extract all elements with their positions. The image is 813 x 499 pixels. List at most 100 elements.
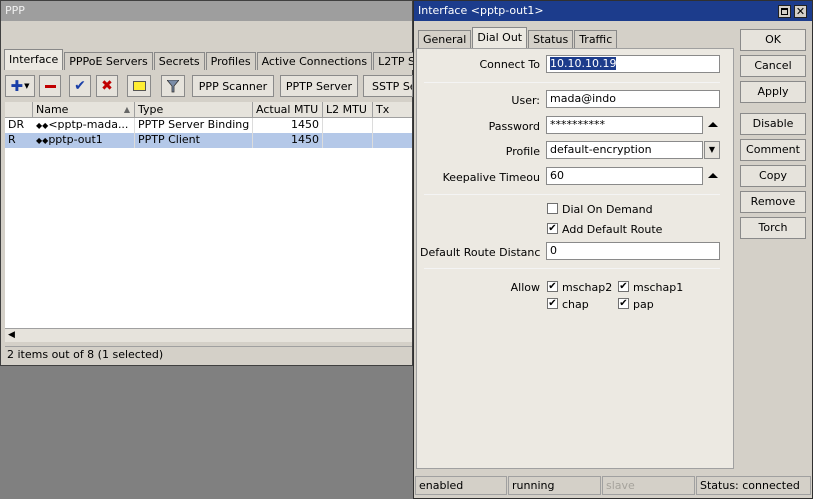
profile-dropdown-button[interactable]: ▼ <box>704 141 720 159</box>
keepalive-field[interactable]: 60 <box>546 167 703 185</box>
profile-label: Profile <box>505 145 540 158</box>
allow-mschap1-label: mschap1 <box>633 281 684 294</box>
tab-traffic[interactable]: Traffic <box>574 30 618 48</box>
comment-button[interactable] <box>127 75 151 97</box>
actual-mtu-column-header[interactable]: Actual MTU <box>253 102 323 118</box>
check-icon: ✔ <box>548 298 557 309</box>
check-icon: ✔ <box>619 298 628 309</box>
add-default-route-checkbox[interactable]: ✔ <box>547 223 558 234</box>
password-label: Password <box>488 120 540 133</box>
tab-interface[interactable]: Interface <box>4 49 64 70</box>
ok-button[interactable]: OK <box>740 29 806 51</box>
allow-chap-checkbox[interactable]: ✔ <box>547 298 558 309</box>
interface-dialog-title[interactable]: Interface <pptp-out1> <box>414 1 812 21</box>
add-button[interactable]: ✚ ▼ <box>5 75 35 97</box>
filter-icon <box>167 79 179 92</box>
row-l2-mtu <box>323 118 373 133</box>
ppp-scanner-button[interactable]: PPP Scanner <box>192 75 274 97</box>
row-l2-mtu <box>323 133 373 148</box>
default-route-distance-label: Default Route Distanc <box>420 246 540 259</box>
divider <box>424 194 720 195</box>
check-icon: ✔ <box>74 78 86 94</box>
disable-button[interactable]: Disable <box>740 113 806 135</box>
add-default-route-label: Add Default Route <box>562 223 663 236</box>
row-tx <box>373 133 412 148</box>
maximize-button[interactable] <box>778 5 791 18</box>
filter-button[interactable] <box>161 75 185 97</box>
ppp-status-bar: 2 items out of 8 (1 selected) <box>5 346 412 362</box>
note-icon <box>132 81 146 91</box>
maximize-icon <box>781 8 788 15</box>
row-tx <box>373 118 412 133</box>
name-column-header[interactable]: Name ▲ <box>33 102 135 118</box>
sstp-server-button[interactable]: SSTP Se <box>363 75 413 97</box>
tab-dial-out[interactable]: Dial Out <box>472 27 528 48</box>
comment-button[interactable]: Comment <box>740 139 806 161</box>
tab-general[interactable]: General <box>418 30 472 48</box>
profile-select[interactable]: default-encryption <box>546 141 703 159</box>
table-row[interactable]: DR ◆◆<pptp-mada... PPTP Server Binding 1… <box>5 118 412 133</box>
interface-tabs: General Dial Out Status Traffic <box>418 27 618 48</box>
check-icon: ✔ <box>619 281 628 292</box>
dropdown-arrow-icon: ▼ <box>24 82 30 90</box>
tab-profiles[interactable]: Profiles <box>205 52 256 70</box>
dial-on-demand-checkbox[interactable] <box>547 203 558 214</box>
l2-mtu-column-header[interactable]: L2 MTU <box>323 102 373 118</box>
plus-icon: ✚ <box>10 77 24 95</box>
row-type: PPTP Server Binding <box>135 118 253 133</box>
chevron-down-icon: ▼ <box>708 145 716 154</box>
row-actual-mtu: 1450 <box>253 118 323 133</box>
status-enabled: enabled <box>415 476 507 495</box>
interface-table: DR ◆◆<pptp-mada... PPTP Server Binding 1… <box>5 118 412 328</box>
ppp-window-title[interactable]: PPP <box>1 1 412 21</box>
tx-column-header[interactable]: Tx <box>373 102 412 118</box>
connect-to-field[interactable]: 10.10.10.19 <box>546 55 720 73</box>
status-connection: Status: connected <box>696 476 811 495</box>
allow-pap-checkbox[interactable]: ✔ <box>618 298 629 309</box>
remove-button[interactable] <box>39 75 61 97</box>
pptp-server-button[interactable]: PPTP Server <box>280 75 358 97</box>
minus-icon <box>44 84 56 88</box>
ppp-window: PPP Interface PPPoE Servers Secrets Prof… <box>0 0 449 366</box>
interface-icon: ◆◆ <box>36 121 49 130</box>
scroll-left-icon[interactable]: ◀ <box>8 329 15 342</box>
tab-pppoe-servers[interactable]: PPPoE Servers <box>64 52 153 70</box>
keepalive-label: Keepalive Timeou <box>442 171 540 184</box>
copy-button[interactable]: Copy <box>740 165 806 187</box>
close-button[interactable]: ✕ <box>794 5 807 18</box>
tab-active-connections[interactable]: Active Connections <box>256 52 373 70</box>
disable-button[interactable]: ✖ <box>96 75 118 97</box>
sort-arrow-icon: ▲ <box>123 105 130 114</box>
allow-pap-label: pap <box>633 298 654 311</box>
close-icon: ✕ <box>795 5 806 18</box>
user-field[interactable]: mada@indo <box>546 90 720 108</box>
table-row[interactable]: R ◆◆pptp-out1 PPTP Client 1450 <box>5 133 412 148</box>
remove-button[interactable]: Remove <box>740 191 806 213</box>
apply-button[interactable]: Apply <box>740 81 806 103</box>
status-slave: slave <box>602 476 695 495</box>
allow-mschap1-checkbox[interactable]: ✔ <box>618 281 629 292</box>
allow-mschap2-label: mschap2 <box>562 281 613 294</box>
tab-secrets[interactable]: Secrets <box>153 52 205 70</box>
tab-status[interactable]: Status <box>528 30 574 48</box>
check-icon: ✔ <box>548 223 557 234</box>
row-flag: R <box>8 133 16 146</box>
password-field[interactable]: ********** <box>546 116 703 134</box>
type-column-header[interactable]: Type <box>135 102 253 118</box>
cancel-button[interactable]: Cancel <box>740 55 806 77</box>
interface-icon: ◆◆ <box>36 136 49 145</box>
horizontal-scrollbar[interactable]: ◀ <box>5 328 412 342</box>
row-actual-mtu: 1450 <box>253 133 323 148</box>
flag-column-header[interactable] <box>5 102 33 118</box>
allow-mschap2-checkbox[interactable]: ✔ <box>547 281 558 292</box>
torch-button[interactable]: Torch <box>740 217 806 239</box>
row-type: PPTP Client <box>135 133 253 148</box>
divider <box>424 268 720 269</box>
collapse-up-icon[interactable] <box>708 122 718 127</box>
default-route-distance-field[interactable]: 0 <box>546 242 720 260</box>
collapse-up-icon[interactable] <box>708 173 718 178</box>
cross-icon: ✖ <box>101 78 113 94</box>
status-running: running <box>508 476 601 495</box>
enable-button[interactable]: ✔ <box>69 75 91 97</box>
check-icon: ✔ <box>548 281 557 292</box>
